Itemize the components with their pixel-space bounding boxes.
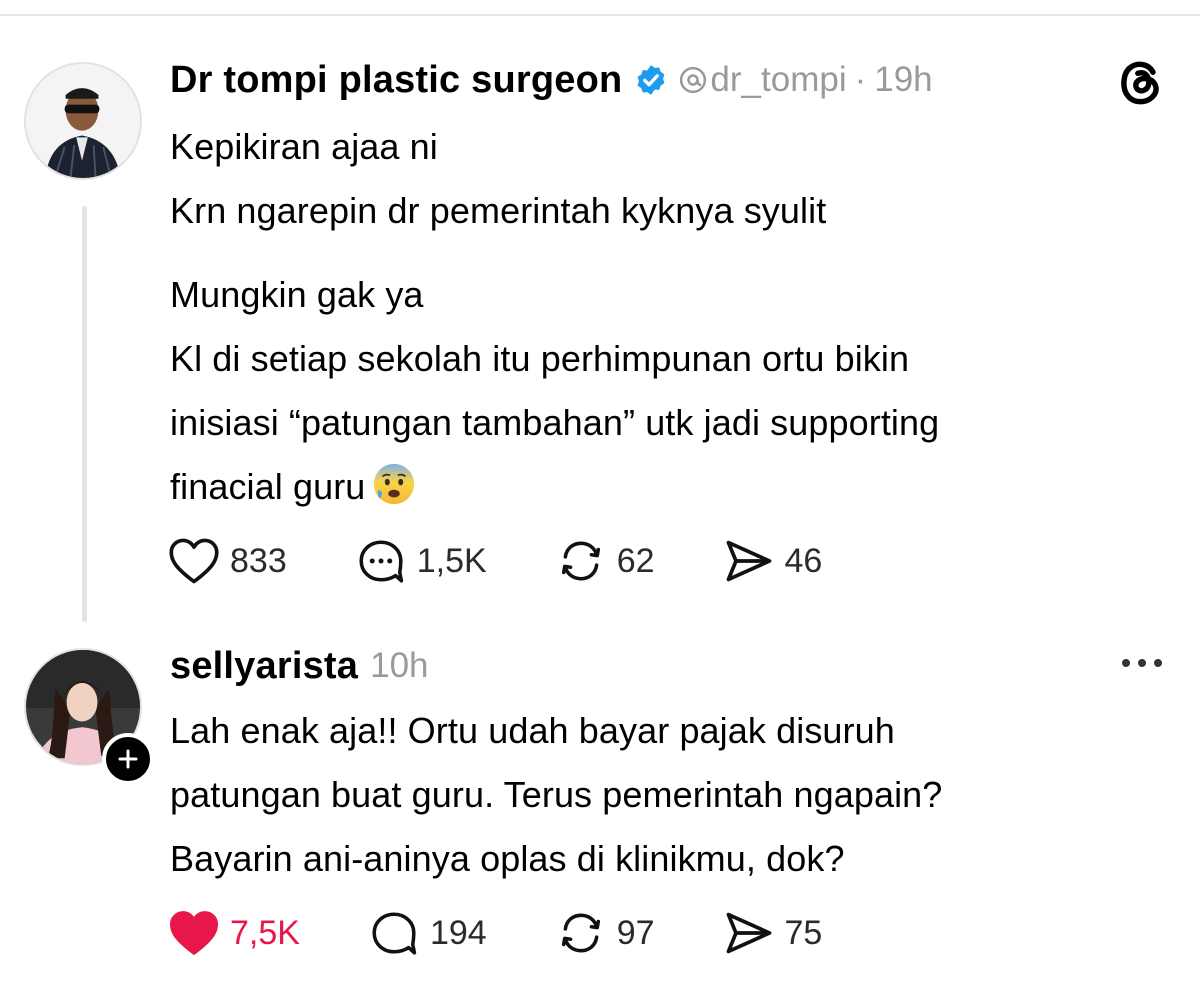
reply-time: 10h [370,646,429,685]
post-handle[interactable]: dr_tompi [678,60,847,100]
reply-count: 1,5K [416,541,487,580]
reply-like-button[interactable]: 7,5K [168,909,300,957]
meta-separator: · [854,60,867,99]
author-avatar-image [26,64,140,178]
follow-button[interactable] [102,733,154,785]
threads-at-icon [680,66,707,94]
reply-body: Lah enak aja!! Ortu udah bayar pajak dis… [170,699,942,891]
post-line: Mungkin gak ya [170,274,424,315]
reply-author-name[interactable]: sellyarista [170,645,358,688]
plus-icon [118,749,138,769]
post-body: Kepikiran ajaa ni Krn ngarepin dr pemeri… [170,115,939,519]
post-line: Kepikiran ajaa ni [170,126,438,167]
post-line: Krn ngarepin dr pemerintah kyknya syulit [170,190,827,231]
threads-logo-icon[interactable] [1114,56,1166,108]
post-line: Kl di setiap sekolah itu perhimpunan ort… [170,338,910,379]
share-icon [726,912,771,954]
reply-actions: 7,5K 194 97 75 [168,903,890,963]
post-time: 19h [874,60,933,99]
post-header: Dr tompi plastic surgeon dr_tompi · 19h [170,56,933,104]
share-button[interactable]: 46 [723,537,823,585]
reply-line: patungan buat guru. Terus pemerintah nga… [170,774,943,815]
heart-filled-icon [169,911,219,955]
reply-reply-button[interactable]: 194 [368,908,487,958]
like-button[interactable]: 833 [168,537,287,585]
repost-count: 62 [616,541,655,580]
comment-icon [359,540,403,583]
reply-button[interactable]: 1,5K [355,536,487,586]
more-icon[interactable] [1116,650,1168,676]
post-line: inisiasi “patungan tambahan” utk jadi su… [170,402,940,443]
reply-repost-button[interactable]: 97 [555,908,655,958]
repost-icon [561,541,600,581]
reply-share-count: 75 [784,913,823,952]
thread-connector-line [82,206,87,622]
post-line: finacial guru [170,466,366,507]
reply-reply-count: 194 [429,913,487,952]
reply-repost-count: 97 [616,913,655,952]
reply-share-button[interactable]: 75 [723,909,823,957]
repost-icon [561,913,600,953]
heart-icon [169,538,219,584]
reply-header: sellyarista 10h [170,642,429,690]
reply-like-count: 7,5K [230,913,300,952]
reply-line: Bayarin ani-aninya oplas di klinikmu, do… [170,838,845,879]
comment-icon [372,912,417,955]
share-icon [726,540,771,582]
author-avatar[interactable] [24,62,142,180]
top-divider [0,14,1200,16]
share-count: 46 [784,541,823,580]
post-line-last: finacial guru [170,455,939,519]
post-author-name[interactable]: Dr tompi plastic surgeon [170,59,622,102]
reply-line: Lah enak aja!! Ortu udah bayar pajak dis… [170,710,895,751]
verified-badge-icon [637,65,665,95]
anxious-face-with-sweat-icon [374,463,415,505]
like-count: 833 [230,541,287,580]
repost-button[interactable]: 62 [555,536,655,586]
post-handle-text: dr_tompi [710,60,847,99]
post-actions: 833 1,5K 62 46 [168,531,890,591]
